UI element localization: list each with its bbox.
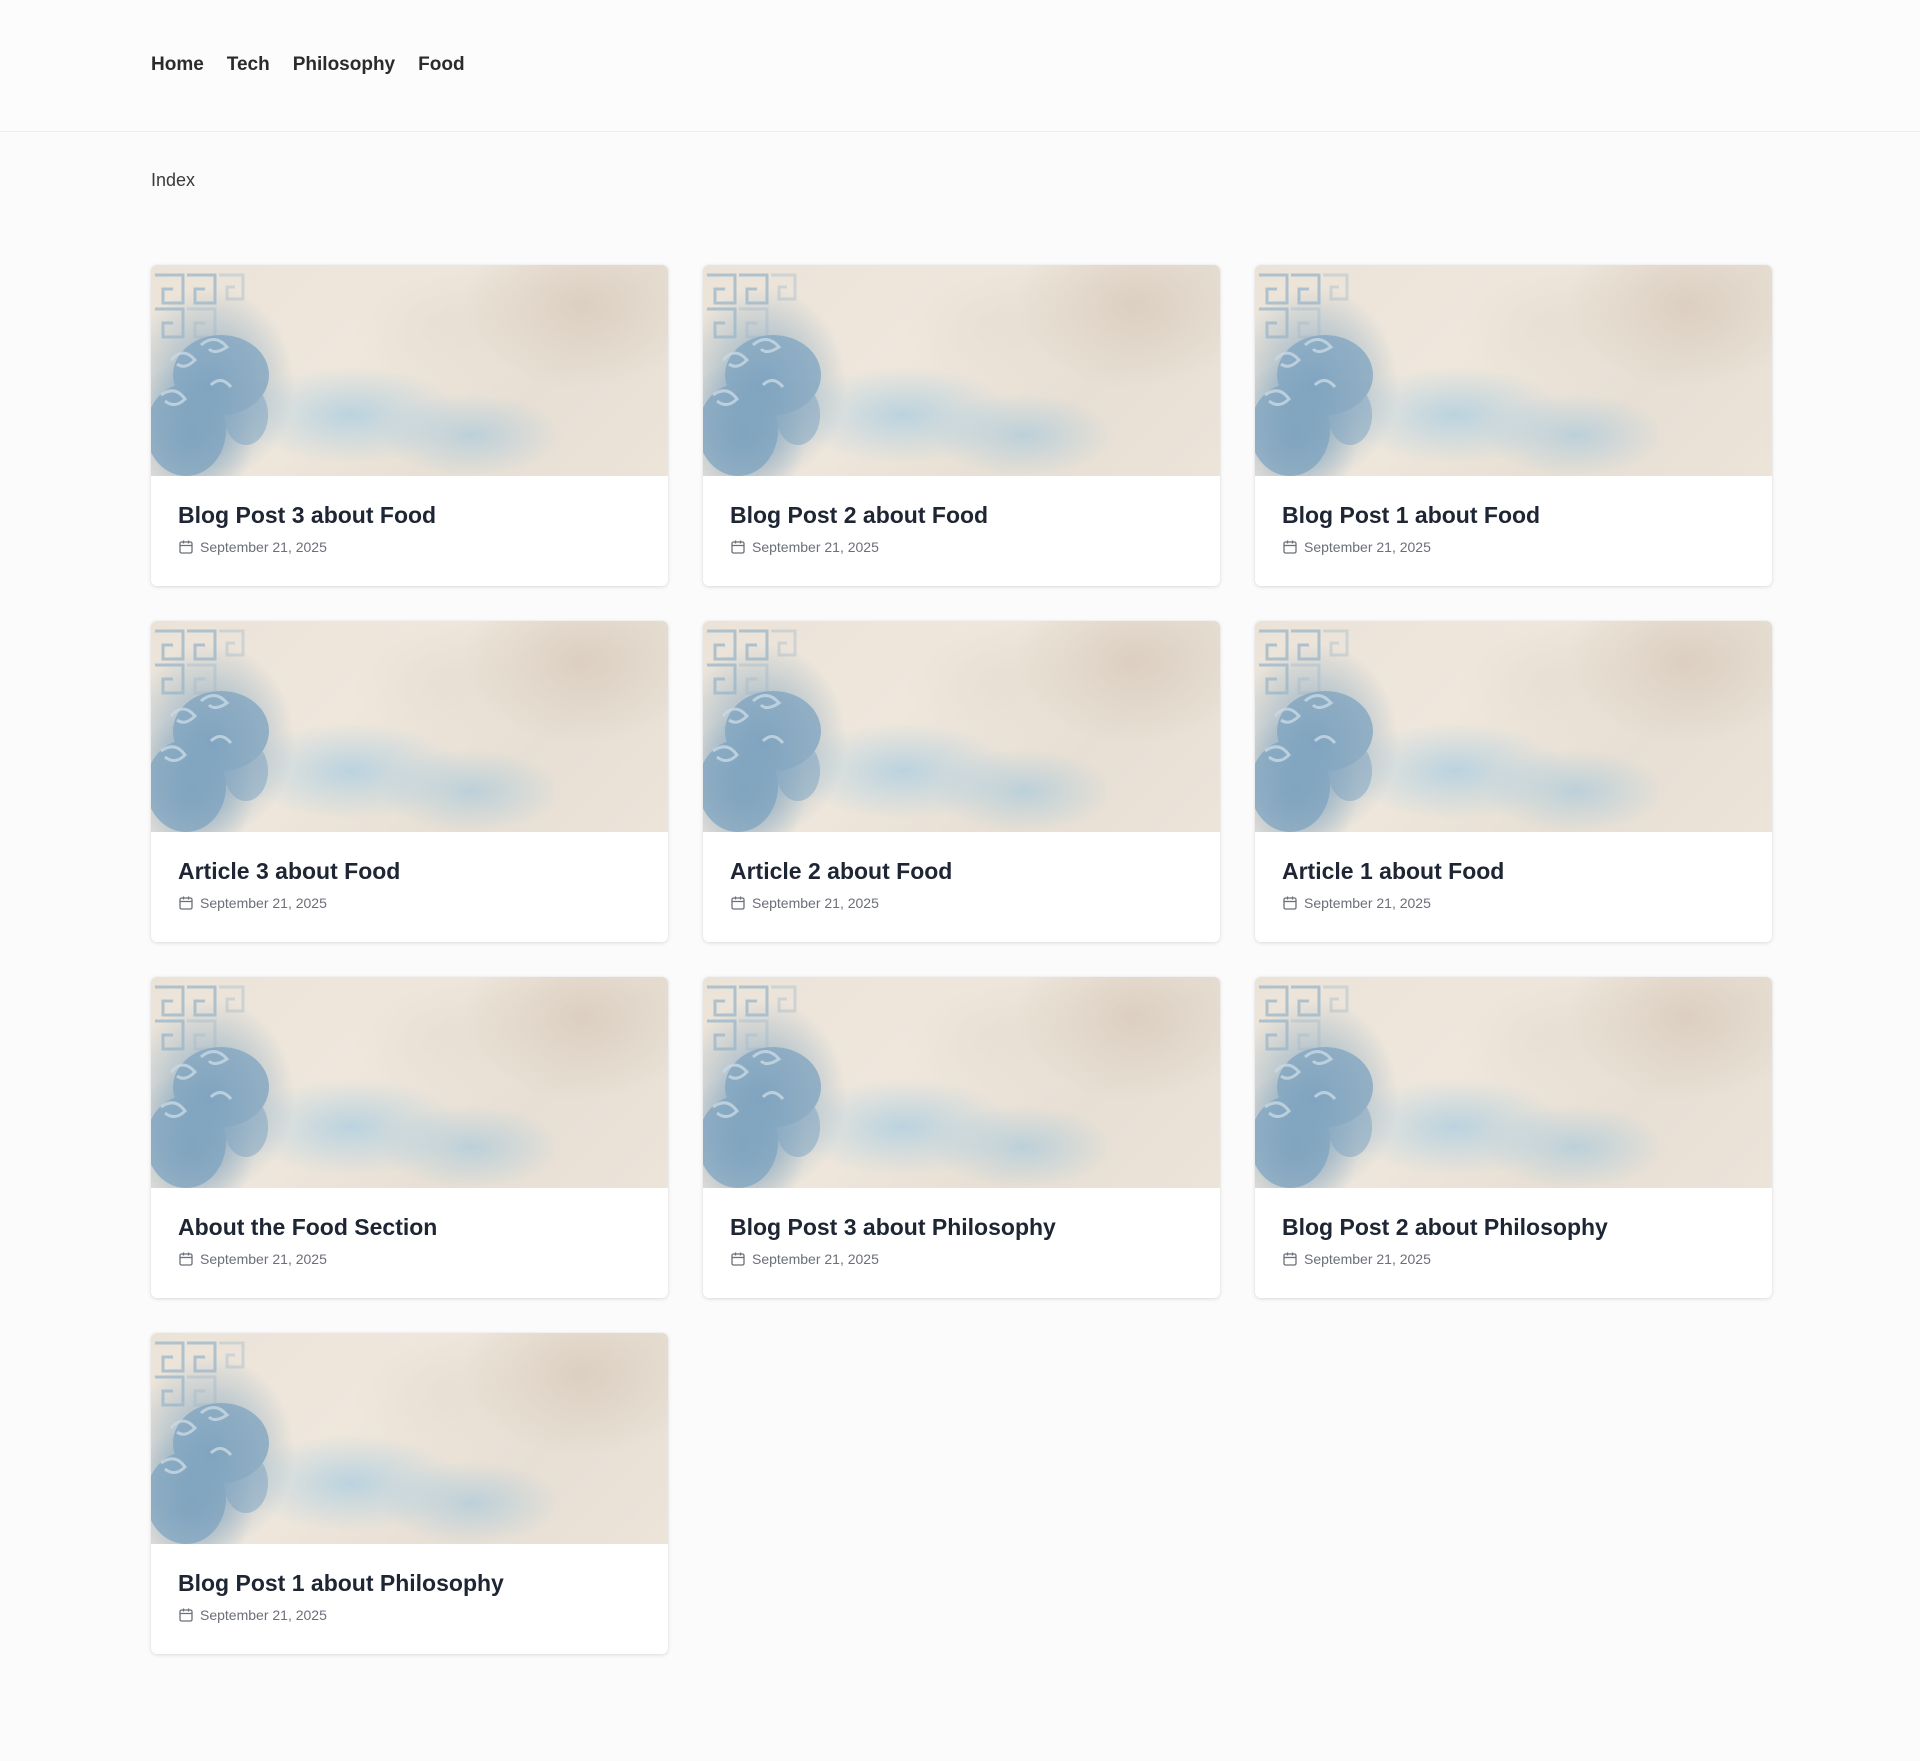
post-date: September 21, 2025 [200, 539, 327, 555]
post-thumbnail [1255, 621, 1772, 832]
calendar-icon [730, 1251, 746, 1267]
post-card[interactable]: Blog Post 1 about Philosophy September 2… [151, 1333, 668, 1654]
post-title[interactable]: Blog Post 2 about Food [730, 501, 1193, 529]
post-date: September 21, 2025 [200, 1607, 327, 1623]
post-card[interactable]: Blog Post 3 about Food September 21, 202… [151, 265, 668, 586]
site-header: Home Tech Philosophy Food [0, 0, 1920, 132]
post-title[interactable]: Article 2 about Food [730, 857, 1193, 885]
calendar-icon [730, 895, 746, 911]
post-card[interactable]: Article 1 about Food September 21, 2025 [1255, 621, 1772, 942]
post-date: September 21, 2025 [200, 895, 327, 911]
nav-item-food[interactable]: Food [418, 53, 464, 77]
post-meta: September 21, 2025 [730, 539, 1193, 555]
post-meta: September 21, 2025 [1282, 539, 1745, 555]
post-title[interactable]: Blog Post 3 about Philosophy [730, 1213, 1193, 1241]
post-thumbnail [151, 621, 668, 832]
post-title[interactable]: Article 1 about Food [1282, 857, 1745, 885]
post-title[interactable]: About the Food Section [178, 1213, 641, 1241]
nav-item-tech[interactable]: Tech [227, 53, 270, 77]
post-date: September 21, 2025 [752, 539, 879, 555]
post-thumbnail [1255, 977, 1772, 1188]
post-date: September 21, 2025 [1304, 895, 1431, 911]
post-date: September 21, 2025 [1304, 539, 1431, 555]
post-meta: September 21, 2025 [178, 895, 641, 911]
post-meta: September 21, 2025 [730, 1251, 1193, 1267]
post-card[interactable]: Blog Post 1 about Food September 21, 202… [1255, 265, 1772, 586]
post-thumbnail [151, 265, 668, 476]
post-thumbnail [151, 977, 668, 1188]
post-meta: September 21, 2025 [1282, 1251, 1745, 1267]
post-card[interactable]: Blog Post 3 about Philosophy September 2… [703, 977, 1220, 1298]
post-card[interactable]: Article 2 about Food September 21, 2025 [703, 621, 1220, 942]
post-meta: September 21, 2025 [178, 1251, 641, 1267]
main-nav: Home Tech Philosophy Food [151, 53, 465, 77]
post-card[interactable]: Article 3 about Food September 21, 2025 [151, 621, 668, 942]
post-card[interactable]: Blog Post 2 about Philosophy September 2… [1255, 977, 1772, 1298]
post-thumbnail [151, 1333, 668, 1544]
nav-item-philosophy[interactable]: Philosophy [293, 53, 395, 77]
post-title[interactable]: Article 3 about Food [178, 857, 641, 885]
calendar-icon [1282, 539, 1298, 555]
post-card[interactable]: About the Food Section September 21, 202… [151, 977, 668, 1298]
post-date: September 21, 2025 [200, 1251, 327, 1267]
nav-item-home[interactable]: Home [151, 53, 204, 77]
calendar-icon [730, 539, 746, 555]
post-title[interactable]: Blog Post 2 about Philosophy [1282, 1213, 1745, 1241]
post-thumbnail [703, 621, 1220, 832]
post-date: September 21, 2025 [1304, 1251, 1431, 1267]
post-date: September 21, 2025 [752, 895, 879, 911]
post-meta: September 21, 2025 [178, 539, 641, 555]
calendar-icon [178, 895, 194, 911]
post-meta: September 21, 2025 [730, 895, 1193, 911]
post-grid: Blog Post 3 about Food September 21, 202… [151, 265, 1772, 1654]
post-title[interactable]: Blog Post 1 about Food [1282, 501, 1745, 529]
post-thumbnail [703, 977, 1220, 1188]
post-thumbnail [1255, 265, 1772, 476]
post-meta: September 21, 2025 [178, 1607, 641, 1623]
breadcrumb: Index [151, 170, 196, 190]
post-title[interactable]: Blog Post 3 about Food [178, 501, 641, 529]
post-meta: September 21, 2025 [1282, 895, 1745, 911]
calendar-icon [178, 1607, 194, 1623]
post-card[interactable]: Blog Post 2 about Food September 21, 202… [703, 265, 1220, 586]
calendar-icon [1282, 1251, 1298, 1267]
post-date: September 21, 2025 [752, 1251, 879, 1267]
post-thumbnail [703, 265, 1220, 476]
calendar-icon [178, 539, 194, 555]
calendar-icon [178, 1251, 194, 1267]
post-title[interactable]: Blog Post 1 about Philosophy [178, 1569, 641, 1597]
calendar-icon [1282, 895, 1298, 911]
